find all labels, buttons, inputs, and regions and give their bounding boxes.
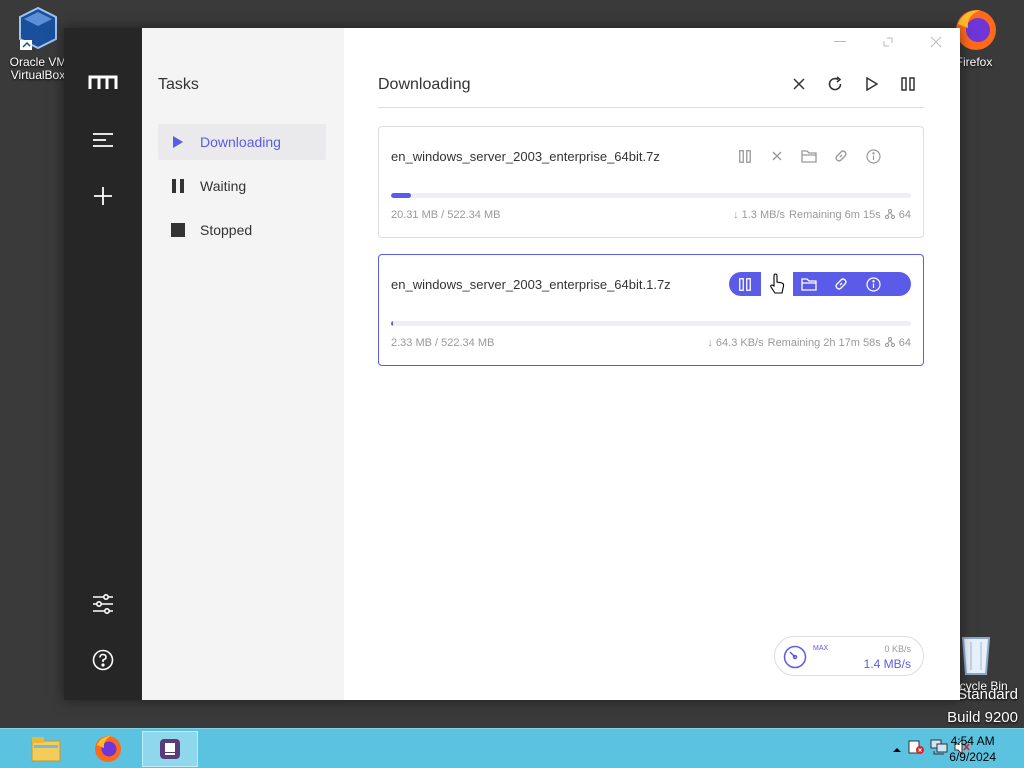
main-panel: Downloading en_windows_server_2003_enter… [344,28,960,700]
action-center-icon[interactable] [908,739,924,760]
network-icon[interactable] [930,739,948,760]
add-task-icon[interactable] [88,181,118,211]
clock-time: 4:54 AM [950,734,995,748]
file-explorer-taskbar-button[interactable] [18,731,74,767]
delete-all-button[interactable] [787,72,811,96]
task-sidebar: Tasks Downloading Waiting Stopped [142,28,344,700]
task-connections: 64 [898,337,911,349]
taskbar: 4:54 AM 6/9/2024 [0,728,1024,768]
recycle-bin-icon [961,637,991,675]
connections-icon [884,337,895,350]
pause-icon [901,77,915,91]
task-progress-bar [391,193,911,198]
app-rail [64,28,142,700]
task-progress-fill [391,193,412,198]
sidebar-title: Tasks [158,76,199,93]
close-icon [772,151,782,161]
speedometer[interactable]: MAX 0 KB/s 1.4 MB/s [774,636,924,676]
speed-limit-label: MAX [813,645,829,652]
task-list-menu-icon[interactable] [88,125,118,155]
app-logo-icon [88,68,118,98]
virtualbox-icon [19,6,57,50]
pause-icon [739,277,751,291]
edition-watermark: Standard [957,686,1018,703]
task-card[interactable]: en_windows_server_2003_enterprise_64bit.… [378,126,924,238]
task-stats: ↓ 64.3 KB/s Remaining 2h 17m 58s 64 [707,337,911,350]
folder-icon [801,277,817,291]
firefox-taskbar-button[interactable] [80,731,136,767]
close-window-button[interactable] [924,32,948,52]
motrix-app-icon [160,739,180,759]
nav-downloading-label: Downloading [200,134,281,150]
preferences-icon[interactable] [88,589,118,619]
nav-waiting[interactable]: Waiting [158,168,326,204]
task-speed: ↓ 64.3 KB/s [707,337,764,349]
task-size: 2.33 MB / 522.34 MB [391,337,495,349]
play-icon [170,134,186,150]
help-icon[interactable] [88,645,118,675]
task-size: 20.31 MB / 522.34 MB [391,209,501,221]
resume-all-button[interactable] [860,72,884,96]
copy-link-button[interactable] [825,144,857,168]
pause-task-button[interactable] [729,272,761,296]
task-stats: ↓ 1.3 MB/s Remaining 6m 15s 64 [733,209,911,222]
delete-task-button[interactable] [761,272,793,296]
connections-icon [884,209,895,222]
task-card[interactable]: en_windows_server_2003_enterprise_64bit.… [378,254,924,366]
maximize-button[interactable] [876,32,900,52]
mouse-pointer-icon [770,273,785,294]
info-icon [865,148,881,164]
link-icon [835,150,847,162]
clock-date: 6/9/2024 [949,750,996,764]
speedometer-icon [783,645,807,669]
open-folder-button[interactable] [793,144,825,168]
task-progress-bar [391,321,911,326]
task-info-button[interactable] [857,272,889,296]
stop-icon [170,222,186,238]
motrix-window: Tasks Downloading Waiting Stopped Downlo… [64,28,960,700]
link-icon [835,278,847,290]
show-hidden-icons-button[interactable] [892,741,902,759]
open-folder-button[interactable] [793,272,825,296]
pause-task-button[interactable] [729,144,761,168]
pause-all-button[interactable] [896,72,920,96]
virtualbox-label: Oracle VM VirtualBox [9,55,67,82]
play-icon [866,77,878,91]
download-speed: 1.4 MB/s [863,657,911,671]
firefox-label: Firefox [955,55,993,69]
refresh-button[interactable] [823,72,847,96]
task-remaining: Remaining 6m 15s [789,209,881,221]
task-speed: ↓ 1.3 MB/s [733,209,786,221]
file-explorer-icon [31,737,61,762]
task-filename: en_windows_server_2003_enterprise_64bit.… [391,277,671,292]
pause-icon [170,178,186,194]
close-icon [793,78,805,90]
page-title: Downloading [378,76,471,93]
task-actions [729,144,911,168]
pause-icon [739,149,751,163]
delete-task-button[interactable] [761,144,793,168]
folder-icon [801,149,817,163]
task-remaining: Remaining 2h 17m 58s [767,337,881,349]
taskbar-clock[interactable]: 4:54 AM 6/9/2024 [949,733,996,765]
task-info-button[interactable] [857,144,889,168]
refresh-icon [828,76,842,91]
nav-stopped[interactable]: Stopped [158,212,326,248]
nav-waiting-label: Waiting [200,178,247,194]
info-icon [865,276,881,292]
motrix-taskbar-button[interactable] [142,731,198,767]
upload-speed: 0 KB/s [884,644,911,654]
task-actions [729,272,911,296]
task-connections: 64 [898,209,911,221]
firefox-icon [95,736,121,762]
minimize-button[interactable] [828,32,852,52]
header-divider [378,107,924,108]
nav-stopped-label: Stopped [200,222,253,238]
task-progress-fill [391,321,394,326]
task-filename: en_windows_server_2003_enterprise_64bit.… [391,149,660,164]
build-watermark: Build 9200 [947,709,1018,726]
copy-link-button[interactable] [825,272,857,296]
nav-downloading[interactable]: Downloading [158,124,326,160]
